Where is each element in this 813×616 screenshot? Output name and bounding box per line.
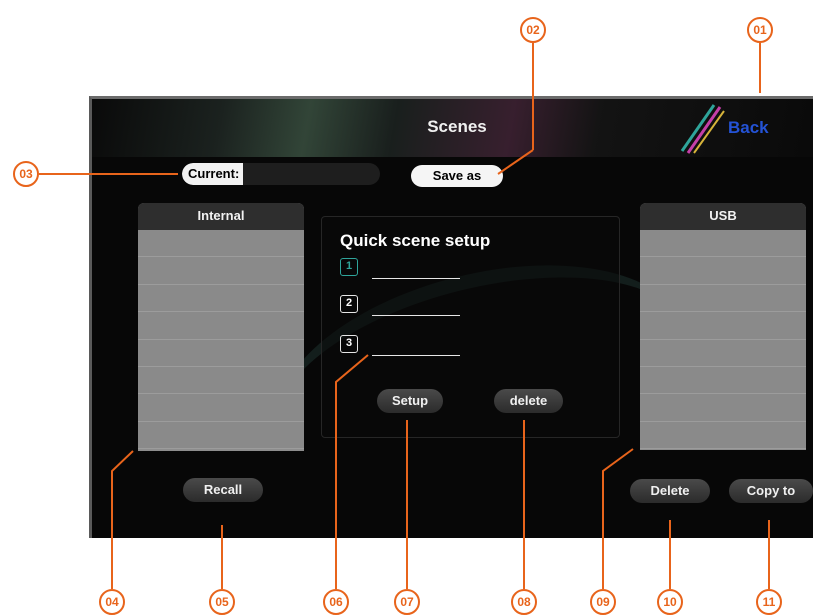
leader-02b [497, 149, 534, 175]
callout-04: 04 [99, 589, 125, 615]
callout-11: 11 [756, 589, 782, 615]
callout-03: 03 [13, 161, 39, 187]
callout-01: 01 [747, 17, 773, 43]
callout-08: 08 [511, 589, 537, 615]
leader-09 [602, 448, 634, 589]
callout-02: 02 [520, 17, 546, 43]
callout-07: 07 [394, 589, 420, 615]
callout-09: 09 [590, 589, 616, 615]
leader-06 [335, 354, 369, 589]
callout-06: 06 [323, 589, 349, 615]
callout-leader-lines [39, 43, 770, 589]
callout-05: 05 [209, 589, 235, 615]
callout-10: 10 [657, 589, 683, 615]
leader-04 [111, 450, 134, 589]
